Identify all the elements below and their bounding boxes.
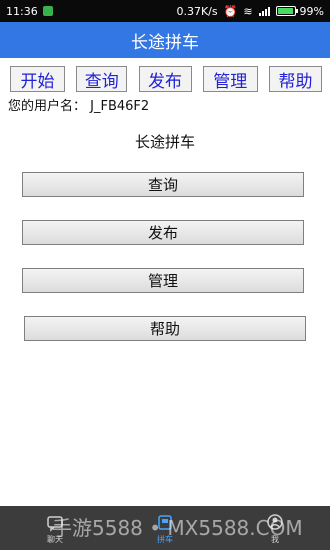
query-button[interactable]: 查询 bbox=[76, 66, 128, 92]
top-toolbar: 开始 查询 发布 管理 帮助 bbox=[10, 66, 322, 92]
bottom-nav: 聊天 拼车 我 bbox=[0, 506, 330, 550]
status-bar: 11:36 0.37K/s ⏰ ≋ 99% bbox=[0, 0, 330, 22]
page-title: 长途拼车 bbox=[131, 32, 199, 53]
battery-fill bbox=[277, 8, 294, 14]
nav-tab-carpool[interactable]: 拼车 bbox=[110, 506, 220, 550]
nav-tab-me-label: 我 bbox=[271, 535, 279, 544]
title-bar: 长途拼车 bbox=[0, 22, 330, 58]
main-help-button[interactable]: 帮助 bbox=[24, 316, 306, 341]
nav-tab-carpool-label: 拼车 bbox=[157, 535, 173, 544]
main-publish-button[interactable]: 发布 bbox=[22, 220, 304, 245]
nav-tab-chat[interactable]: 聊天 bbox=[0, 506, 110, 550]
username-line: 您的用户名： J_FB46F2 bbox=[8, 95, 149, 114]
profile-icon bbox=[267, 514, 283, 530]
status-time: 11:36 bbox=[6, 4, 38, 18]
battery-icon bbox=[275, 6, 298, 16]
wifi-icon: ≋ bbox=[243, 4, 253, 18]
username-value: J_FB46F2 bbox=[90, 99, 150, 114]
nav-tab-chat-label: 聊天 bbox=[47, 535, 63, 544]
battery-percent: 99% bbox=[299, 4, 324, 18]
help-button[interactable]: 帮助 bbox=[269, 66, 322, 92]
chat-icon bbox=[47, 516, 63, 532]
username-label: 您的用户名： bbox=[8, 99, 87, 114]
main-manage-button[interactable]: 管理 bbox=[22, 268, 304, 293]
alarm-icon: ⏰ bbox=[223, 4, 238, 18]
main-heading: 长途拼车 bbox=[134, 133, 195, 151]
nav-tab-me[interactable]: 我 bbox=[220, 506, 330, 550]
publish-button[interactable]: 发布 bbox=[138, 66, 192, 92]
main-query-button[interactable]: 查询 bbox=[22, 172, 304, 197]
car-icon bbox=[158, 515, 172, 530]
network-speed: 0.37K/s bbox=[176, 4, 218, 18]
notification-icon bbox=[42, 6, 53, 16]
signal-icon bbox=[258, 6, 270, 16]
manage-button[interactable]: 管理 bbox=[202, 66, 258, 92]
start-button[interactable]: 开始 bbox=[10, 66, 65, 92]
